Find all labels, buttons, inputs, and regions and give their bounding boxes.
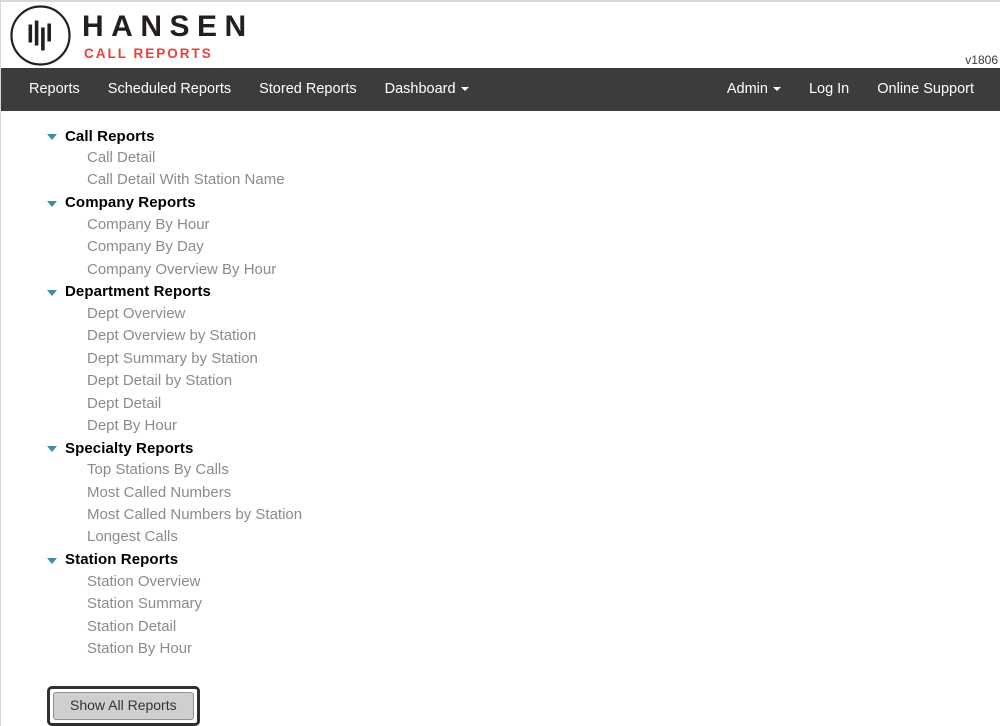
- tree-group-call-reports: Call Reports Call Detail Call Detail Wit…: [47, 125, 1000, 192]
- nav-item-reports[interactable]: Reports: [15, 68, 94, 111]
- nav-item-log-in[interactable]: Log In: [795, 68, 863, 111]
- tree-group-label: Call Reports: [65, 127, 155, 145]
- nav-item-scheduled-reports[interactable]: Scheduled Reports: [94, 68, 245, 111]
- tree-item-top-stations-by-calls[interactable]: Top Stations By Calls: [47, 459, 1000, 481]
- nav-label: Online Support: [877, 81, 974, 97]
- report-tree: Call Reports Call Detail Call Detail Wit…: [1, 111, 1000, 660]
- tree-group-header-department-reports[interactable]: Department Reports: [47, 281, 1000, 303]
- tree-group-header-specialty-reports[interactable]: Specialty Reports: [47, 437, 1000, 459]
- triangle-down-icon[interactable]: [47, 200, 57, 207]
- show-all-reports-button[interactable]: Show All Reports: [53, 692, 194, 721]
- nav-item-online-support[interactable]: Online Support: [863, 68, 988, 111]
- tree-group-header-company-reports[interactable]: Company Reports: [47, 192, 1000, 214]
- tree-group-department-reports: Department Reports Dept Overview Dept Ov…: [47, 281, 1000, 437]
- nav-label: Log In: [808, 81, 850, 97]
- tree-item-most-called-numbers[interactable]: Most Called Numbers: [47, 482, 1000, 504]
- main-navbar: Reports Scheduled Reports Stored Reports…: [1, 68, 1000, 111]
- page-header: HANSEN CALL REPORTS v1806: [1, 2, 1000, 68]
- nav-label: Admin: [726, 81, 768, 97]
- tree-item-station-overview[interactable]: Station Overview: [47, 571, 1000, 593]
- tree-item-company-by-day[interactable]: Company By Day: [47, 236, 1000, 258]
- tree-item-longest-calls[interactable]: Longest Calls: [47, 526, 1000, 548]
- nav-item-admin[interactable]: Admin: [713, 68, 795, 111]
- tree-group-label: Company Reports: [65, 194, 196, 212]
- app-page: HANSEN CALL REPORTS v1806 Reports Schedu…: [0, 0, 1000, 726]
- tree-group-specialty-reports: Specialty Reports Top Stations By Calls …: [47, 437, 1000, 549]
- tree-item-call-detail[interactable]: Call Detail: [47, 147, 1000, 169]
- tree-item-dept-by-hour[interactable]: Dept By Hour: [47, 415, 1000, 437]
- tree-item-dept-overview-by-station[interactable]: Dept Overview by Station: [47, 325, 1000, 347]
- brand-logo[interactable]: HANSEN CALL REPORTS: [9, 4, 254, 67]
- tree-item-dept-detail-by-station[interactable]: Dept Detail by Station: [47, 370, 1000, 392]
- hansen-circle-bars-logo-icon: [9, 4, 72, 67]
- nav-label: Scheduled Reports: [107, 81, 232, 97]
- tree-group-company-reports: Company Reports Company By Hour Company …: [47, 192, 1000, 281]
- tree-item-most-called-numbers-by-station[interactable]: Most Called Numbers by Station: [47, 504, 1000, 526]
- tree-group-header-station-reports[interactable]: Station Reports: [47, 549, 1000, 571]
- tree-group-label: Specialty Reports: [65, 439, 194, 457]
- chevron-down-icon: [460, 87, 469, 92]
- version-label: v1806: [965, 53, 998, 67]
- nav-label: Dashboard: [384, 81, 456, 97]
- tree-item-company-overview-by-hour[interactable]: Company Overview By Hour: [47, 259, 1000, 281]
- tree-item-station-detail[interactable]: Station Detail: [47, 616, 1000, 638]
- brand-subtitle: CALL REPORTS: [84, 46, 213, 62]
- tree-item-station-summary[interactable]: Station Summary: [47, 593, 1000, 615]
- nav-item-stored-reports[interactable]: Stored Reports: [245, 68, 371, 111]
- chevron-down-icon: [772, 87, 781, 92]
- tree-group-label: Department Reports: [65, 283, 211, 301]
- triangle-down-icon[interactable]: [47, 446, 57, 453]
- tree-item-company-by-hour[interactable]: Company By Hour: [47, 214, 1000, 236]
- nav-label: Stored Reports: [259, 81, 357, 97]
- tree-item-dept-detail[interactable]: Dept Detail: [47, 393, 1000, 415]
- triangle-down-icon[interactable]: [47, 134, 57, 140]
- tree-item-dept-overview[interactable]: Dept Overview: [47, 303, 1000, 325]
- tree-item-station-by-hour[interactable]: Station By Hour: [47, 638, 1000, 660]
- tree-group-label: Station Reports: [65, 551, 179, 569]
- nav-label: Reports: [29, 81, 80, 97]
- show-all-reports-focus-ring: Show All Reports: [47, 686, 200, 726]
- tree-item-call-detail-with-station-name[interactable]: Call Detail With Station Name: [47, 169, 1000, 191]
- triangle-down-icon[interactable]: [47, 289, 57, 296]
- navbar-right-group: Admin Log In Online Support: [713, 68, 1000, 111]
- brand-title: HANSEN: [82, 10, 254, 44]
- tree-item-dept-summary-by-station[interactable]: Dept Summary by Station: [47, 348, 1000, 370]
- navbar-left-group: Reports Scheduled Reports Stored Reports…: [1, 68, 483, 111]
- tree-group-station-reports: Station Reports Station Overview Station…: [47, 549, 1000, 661]
- brand-wordmark: HANSEN CALL REPORTS: [82, 10, 254, 61]
- triangle-down-icon[interactable]: [47, 557, 57, 564]
- nav-item-dashboard[interactable]: Dashboard: [371, 68, 483, 111]
- tree-group-header-call-reports[interactable]: Call Reports: [47, 125, 1000, 147]
